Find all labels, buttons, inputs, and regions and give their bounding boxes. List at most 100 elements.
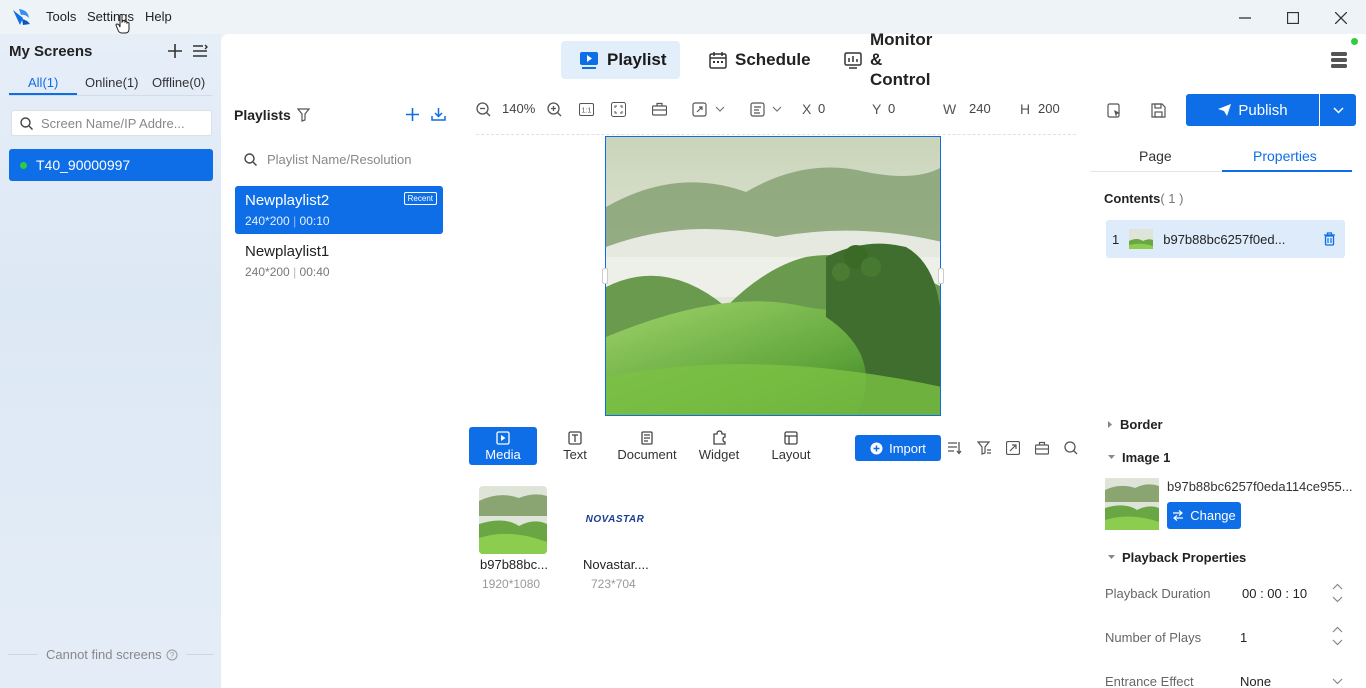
cannot-find-screens-link[interactable]: Cannot find screens ? xyxy=(46,647,178,662)
media-tab-label: Layout xyxy=(771,446,811,462)
playlist-item[interactable]: Newplaylist2 240*200 | 00:10 Recent xyxy=(235,186,443,234)
text-icon xyxy=(568,430,582,445)
media-item-size: 723*704 xyxy=(591,577,636,591)
y-input[interactable]: 0 xyxy=(888,101,895,116)
filter-icon[interactable] xyxy=(297,108,310,122)
search-icon[interactable] xyxy=(1064,441,1078,455)
tab-playlist-label: Playlist xyxy=(607,50,667,69)
entrance-select[interactable]: None xyxy=(1240,674,1271,688)
screen-search-input[interactable]: Screen Name/IP Addre... xyxy=(11,110,212,136)
playlist-icon xyxy=(579,51,599,69)
media-tab-text[interactable]: Text xyxy=(541,427,609,465)
media-tab-media[interactable]: Media xyxy=(469,427,537,465)
h-label: H xyxy=(1020,101,1031,117)
x-input[interactable]: 0 xyxy=(818,101,825,116)
playlist-resolution: 240*200 xyxy=(245,265,290,279)
filter-offline[interactable]: Offline(0) xyxy=(152,75,205,90)
resize-handle[interactable] xyxy=(602,268,608,284)
landscape-thumbnail-image xyxy=(479,486,547,554)
change-button[interactable]: Change xyxy=(1167,502,1241,529)
zoom-in-icon[interactable] xyxy=(545,100,563,118)
media-thumbnail[interactable] xyxy=(479,486,547,554)
puzzle-icon xyxy=(712,430,727,445)
novastar-logo: NOVASTAR xyxy=(585,513,645,525)
swap-icon xyxy=(1172,510,1184,521)
minimize-icon[interactable] xyxy=(1235,8,1255,28)
tab-playlist[interactable]: Playlist xyxy=(561,41,680,79)
playlist-meta: 240*200 | 00:10 xyxy=(245,214,330,228)
document-icon xyxy=(640,430,654,445)
resize-handle[interactable] xyxy=(938,268,944,284)
media-thumbnail[interactable]: NOVASTAR xyxy=(580,510,650,528)
toolbox-icon[interactable] xyxy=(650,100,668,118)
publish-label: Publish xyxy=(1238,101,1288,119)
list-menu-icon[interactable] xyxy=(192,44,208,58)
duration-input[interactable]: 00 : 00 : 10 xyxy=(1242,586,1307,601)
playback-section[interactable]: Playback Properties xyxy=(1107,550,1246,565)
tab-monitor-control[interactable]: Monitor & Control xyxy=(826,30,950,89)
playlist-resolution: 240*200 xyxy=(245,214,290,228)
playlist-search-input[interactable]: Playlist Name/Resolution xyxy=(244,152,412,167)
database-icon[interactable] xyxy=(1330,51,1348,69)
search-icon xyxy=(20,116,33,130)
toolbox-icon[interactable] xyxy=(1035,441,1049,455)
publish-button[interactable]: Publish xyxy=(1186,94,1319,126)
scale-icon[interactable] xyxy=(690,100,708,118)
delete-icon[interactable] xyxy=(1323,232,1336,246)
recent-badge: Recent xyxy=(403,192,437,205)
media-tab-layout[interactable]: Layout xyxy=(757,427,825,465)
import-button[interactable]: Import xyxy=(855,435,941,461)
chevron-down-icon[interactable] xyxy=(1332,678,1343,685)
media-tab-widget[interactable]: Widget xyxy=(685,427,753,465)
import-playlist-icon[interactable] xyxy=(431,107,446,122)
publish-dropdown-button[interactable] xyxy=(1320,94,1356,126)
playlist-meta: 240*200 | 00:40 xyxy=(245,265,330,279)
plays-stepper[interactable] xyxy=(1332,626,1343,646)
width-input[interactable]: 240 xyxy=(969,101,991,116)
media-item-size: 1920*1080 xyxy=(482,577,541,591)
playlist-item[interactable]: Newplaylist1 240*200 | 00:40 xyxy=(235,237,443,285)
menu-tools[interactable]: Tools xyxy=(46,9,76,24)
image-label: Image 1 xyxy=(1122,450,1171,465)
chevron-down-icon xyxy=(1332,106,1344,114)
plus-circle-icon xyxy=(870,442,883,455)
tab-schedule[interactable]: Schedule xyxy=(691,41,829,79)
media-item-name: b97b88bc... xyxy=(480,557,548,572)
change-label: Change xyxy=(1190,508,1236,523)
entrance-label: Entrance Effect xyxy=(1105,674,1194,688)
preview-icon[interactable] xyxy=(1105,101,1123,119)
content-index: 1 xyxy=(1112,231,1120,247)
image-filename: b97b88bc6257f0eda114ce955... xyxy=(1167,479,1353,494)
add-screen-icon[interactable] xyxy=(167,43,183,59)
sort-icon[interactable] xyxy=(947,441,962,455)
add-playlist-icon[interactable] xyxy=(405,107,420,122)
filter-all[interactable]: All(1) xyxy=(28,75,58,90)
border-section[interactable]: Border xyxy=(1107,417,1163,432)
plays-input[interactable]: 1 xyxy=(1240,630,1247,645)
height-input[interactable]: 200 xyxy=(1038,101,1060,116)
canvas-image[interactable] xyxy=(605,136,941,416)
image-section[interactable]: Image 1 xyxy=(1107,450,1170,465)
close-icon[interactable] xyxy=(1331,8,1351,28)
filter-icon[interactable] xyxy=(977,441,991,455)
resize-icon[interactable] xyxy=(1006,441,1020,455)
connection-status-dot xyxy=(1351,38,1358,45)
tab-properties[interactable]: Properties xyxy=(1253,148,1317,164)
zoom-out-icon[interactable] xyxy=(474,100,492,118)
duration-label: Playback Duration xyxy=(1105,586,1211,601)
media-tab-document[interactable]: Document xyxy=(613,427,681,465)
maximize-icon[interactable] xyxy=(1283,8,1303,28)
fit-screen-icon[interactable] xyxy=(609,100,627,118)
chevron-down-icon[interactable] xyxy=(768,100,786,118)
screen-item[interactable]: T40_90000997 xyxy=(9,149,213,181)
save-icon[interactable] xyxy=(1149,101,1167,119)
align-icon[interactable] xyxy=(748,100,766,118)
chevron-down-icon[interactable] xyxy=(711,100,729,118)
calendar-icon xyxy=(709,51,727,69)
menu-help[interactable]: Help xyxy=(145,9,172,24)
duration-stepper[interactable] xyxy=(1332,583,1343,603)
actual-size-icon[interactable]: 1:1 xyxy=(577,100,595,118)
content-item[interactable]: 1 b97b88bc6257f0ed... xyxy=(1106,220,1345,258)
tab-page[interactable]: Page xyxy=(1139,148,1172,164)
filter-online[interactable]: Online(1) xyxy=(85,75,138,90)
